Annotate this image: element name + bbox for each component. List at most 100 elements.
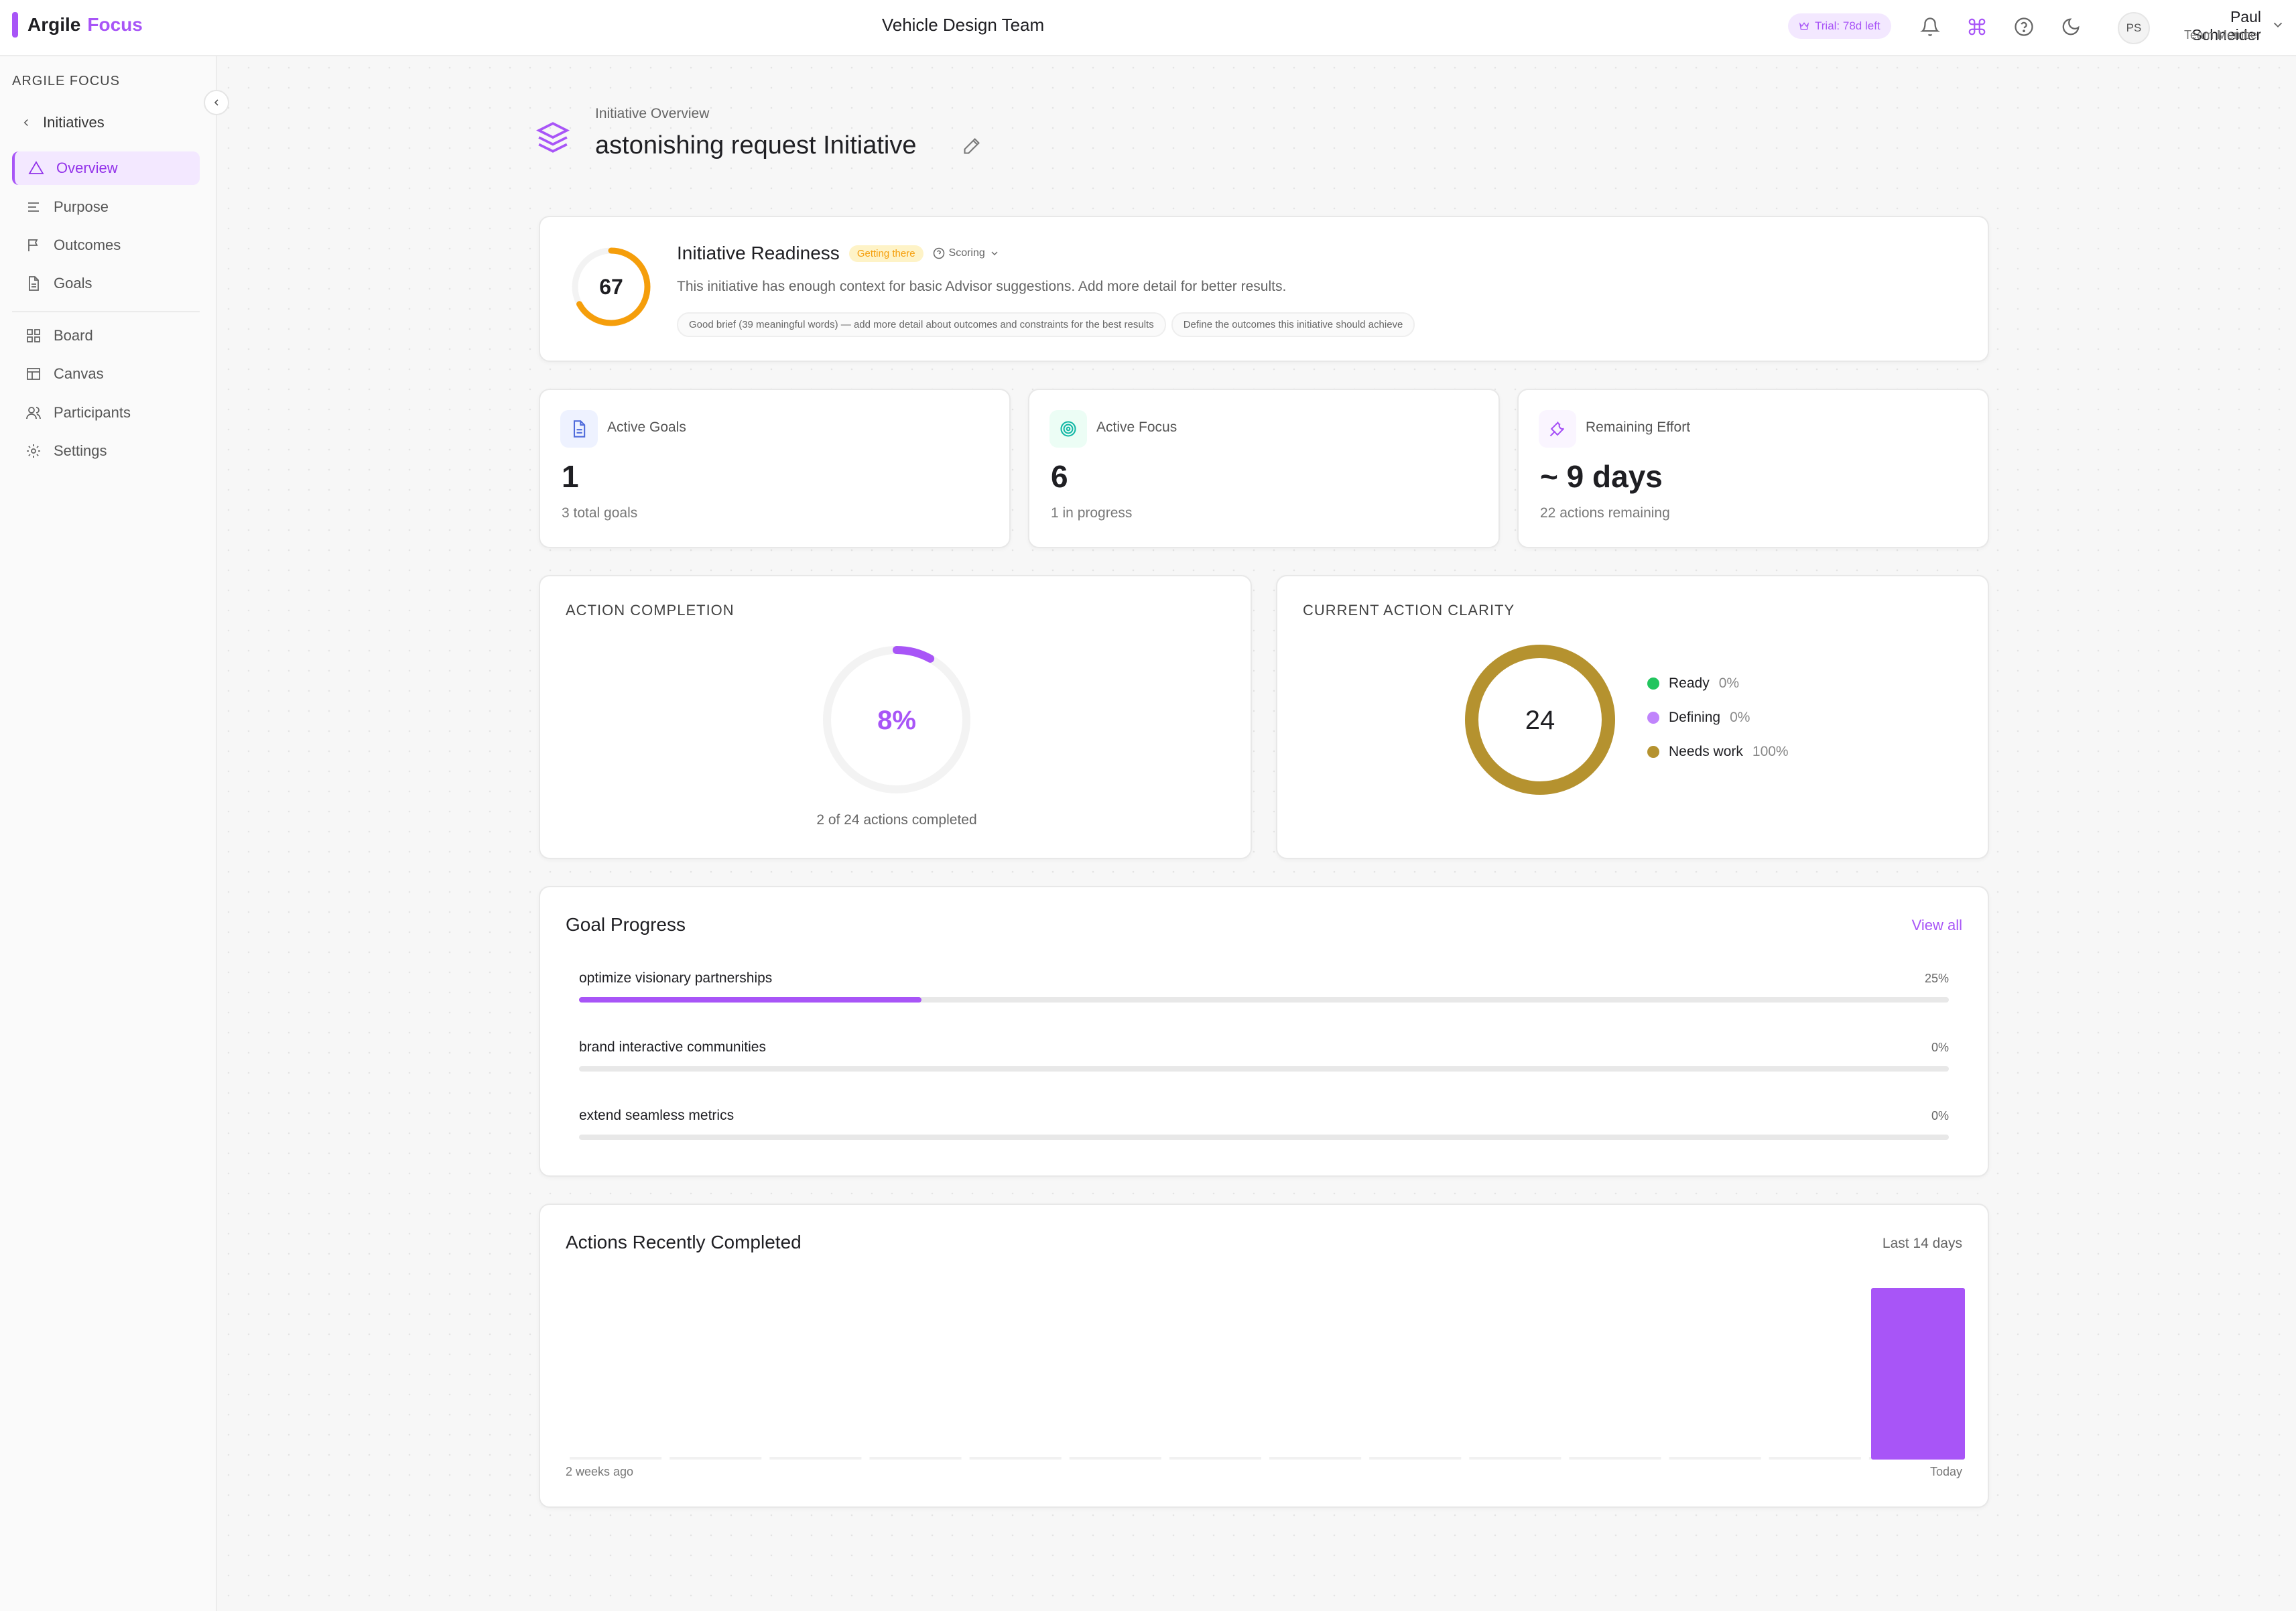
sidebar-item-label: Goals xyxy=(54,275,92,292)
legend-percent: 0% xyxy=(1718,675,1740,691)
chart-baseline-segment xyxy=(1069,1457,1161,1460)
pencil-icon xyxy=(964,138,980,154)
stat-label: Active Focus xyxy=(1096,420,1177,435)
chart-baseline-segment xyxy=(1469,1457,1561,1460)
document-icon xyxy=(29,276,39,291)
legend-dot xyxy=(1647,746,1659,758)
stat-card-active-goals[interactable]: Active Goals 1 3 total goals xyxy=(539,389,1011,548)
chart-baseline-segment xyxy=(969,1457,1062,1460)
top-bar: Argile Focus Vehicle Design Team Trial: 7… xyxy=(0,0,2296,56)
legend-label: Needs work xyxy=(1669,744,1743,759)
crown-icon xyxy=(1799,22,1809,30)
users-icon xyxy=(26,407,41,420)
chart-baseline-segment xyxy=(1769,1457,1861,1460)
sidebar-title: ARGILE FOCUS xyxy=(12,74,120,88)
stat-value: 1 xyxy=(562,459,579,494)
chart-baseline-segment xyxy=(1169,1457,1261,1460)
readiness-chip[interactable]: Good brief (39 meaningful words) — add m… xyxy=(677,312,1166,337)
layout-icon xyxy=(27,368,40,380)
page-title: astonishing request Initiative xyxy=(595,131,917,159)
document-icon xyxy=(560,410,598,448)
sidebar-item-outcomes[interactable]: Outcomes xyxy=(12,229,200,262)
sidebar-item-canvas[interactable]: Canvas xyxy=(12,357,200,391)
sidebar-item-label: Settings xyxy=(54,442,107,459)
stat-subtext: 22 actions remaining xyxy=(1540,505,1670,521)
scoring-dropdown[interactable]: Scoring xyxy=(933,247,1000,259)
back-label: Initiatives xyxy=(43,114,105,131)
gear-icon xyxy=(27,444,40,458)
action-completion-card: ACTION COMPLETION 8% 2 of 24 actions com… xyxy=(539,575,1252,859)
sidebar-item-label: Outcomes xyxy=(54,237,121,253)
chart-baseline-segment xyxy=(869,1457,962,1460)
section-label: CURRENT ACTION CLARITY xyxy=(1303,602,1515,619)
notifications-button[interactable] xyxy=(1917,13,1943,40)
sidebar-collapse-button[interactable] xyxy=(204,90,229,115)
chart-start-label: 2 weeks ago xyxy=(566,1465,634,1478)
flag-icon xyxy=(28,239,38,251)
chart-baseline-segment xyxy=(1569,1457,1661,1460)
help-button[interactable] xyxy=(2011,13,2037,40)
sidebar-item-settings[interactable]: Settings xyxy=(12,434,200,468)
sidebar-item-overview[interactable]: Overview xyxy=(12,151,200,185)
help-icon xyxy=(2015,17,2033,36)
chevron-down-icon xyxy=(991,251,998,255)
wrench-icon xyxy=(1539,410,1576,448)
theme-toggle-button[interactable] xyxy=(2057,13,2084,40)
recent-actions-chart xyxy=(570,1288,1965,1460)
readiness-card: 67 Initiative Readiness Getting there Sc… xyxy=(539,216,1989,362)
chevron-left-icon xyxy=(214,99,218,106)
action-clarity-card: CURRENT ACTION CLARITY 24 Ready 0% Defin… xyxy=(1276,575,1989,859)
readiness-description: This initiative has enough context for b… xyxy=(677,279,1287,294)
lines-icon xyxy=(28,202,39,212)
legend-percent: 100% xyxy=(1752,744,1789,759)
stat-card-remaining-effort[interactable]: Remaining Effort ~ 9 days 22 actions rem… xyxy=(1517,389,1989,548)
chart-baseline-segment xyxy=(1269,1457,1362,1460)
legend-label: Defining xyxy=(1669,710,1721,725)
goal-percent: 25% xyxy=(1924,972,1949,985)
goal-progress-bar xyxy=(579,1135,1949,1140)
sidebar-item-purpose[interactable]: Purpose xyxy=(12,190,200,224)
recent-actions-card: Actions Recently Completed Last 14 days … xyxy=(539,1204,1989,1508)
view-all-link[interactable]: View all xyxy=(1912,917,1962,934)
stat-label: Remaining Effort xyxy=(1586,420,1691,435)
legend-percent: 0% xyxy=(1730,710,1750,725)
stat-subtext: 1 in progress xyxy=(1051,505,1133,521)
user-menu-toggle[interactable] xyxy=(2271,17,2285,36)
command-palette-button[interactable] xyxy=(1964,13,1990,40)
sidebar-divider xyxy=(12,311,200,312)
recent-actions-title: Actions Recently Completed xyxy=(566,1232,802,1252)
page-subtitle: Initiative Overview xyxy=(595,106,710,121)
legend-item-defining: Defining 0% xyxy=(1647,710,1750,726)
readiness-title: Initiative Readiness xyxy=(677,243,840,263)
avatar[interactable]: PS xyxy=(2118,12,2150,44)
back-to-initiatives[interactable]: Initiatives xyxy=(20,114,105,131)
stat-value: 6 xyxy=(1051,459,1068,494)
grid-icon xyxy=(27,329,40,342)
goal-progress-card: Goal Progress View all optimize visionar… xyxy=(539,886,1989,1177)
stat-label: Active Goals xyxy=(607,420,686,435)
sidebar-item-label: Purpose xyxy=(54,198,109,215)
chevron-down-icon xyxy=(2273,22,2283,28)
edit-title-button[interactable] xyxy=(962,137,981,159)
trial-badge[interactable]: Trial: 78d left xyxy=(1788,13,1891,39)
chart-baseline-segment xyxy=(1369,1457,1462,1460)
clarity-total: 24 xyxy=(1525,706,1555,735)
goal-progress-title: Goal Progress xyxy=(566,914,686,935)
sidebar-item-participants[interactable]: Participants xyxy=(12,396,200,430)
readiness-chip[interactable]: Define the outcomes this initiative shou… xyxy=(1171,312,1415,337)
chart-baseline-segment xyxy=(769,1457,862,1460)
sidebar-item-board[interactable]: Board xyxy=(12,319,200,352)
status-badge: Getting there xyxy=(848,245,923,262)
goal-progress-bar xyxy=(579,1066,1949,1072)
goal-name[interactable]: optimize visionary partnerships xyxy=(579,970,772,986)
sidebar-item-label: Canvas xyxy=(54,365,104,382)
command-icon xyxy=(1968,18,1986,36)
stat-card-active-focus[interactable]: Active Focus 6 1 in progress xyxy=(1028,389,1500,548)
sidebar-item-goals[interactable]: Goals xyxy=(12,267,200,300)
goal-name[interactable]: brand interactive communities xyxy=(579,1039,766,1055)
goal-name[interactable]: extend seamless metrics xyxy=(579,1108,734,1124)
readiness-score: 67 xyxy=(599,275,623,299)
target-icon xyxy=(1049,410,1087,448)
triangle-icon xyxy=(28,161,44,174)
goal-progress-fill xyxy=(579,997,921,1003)
